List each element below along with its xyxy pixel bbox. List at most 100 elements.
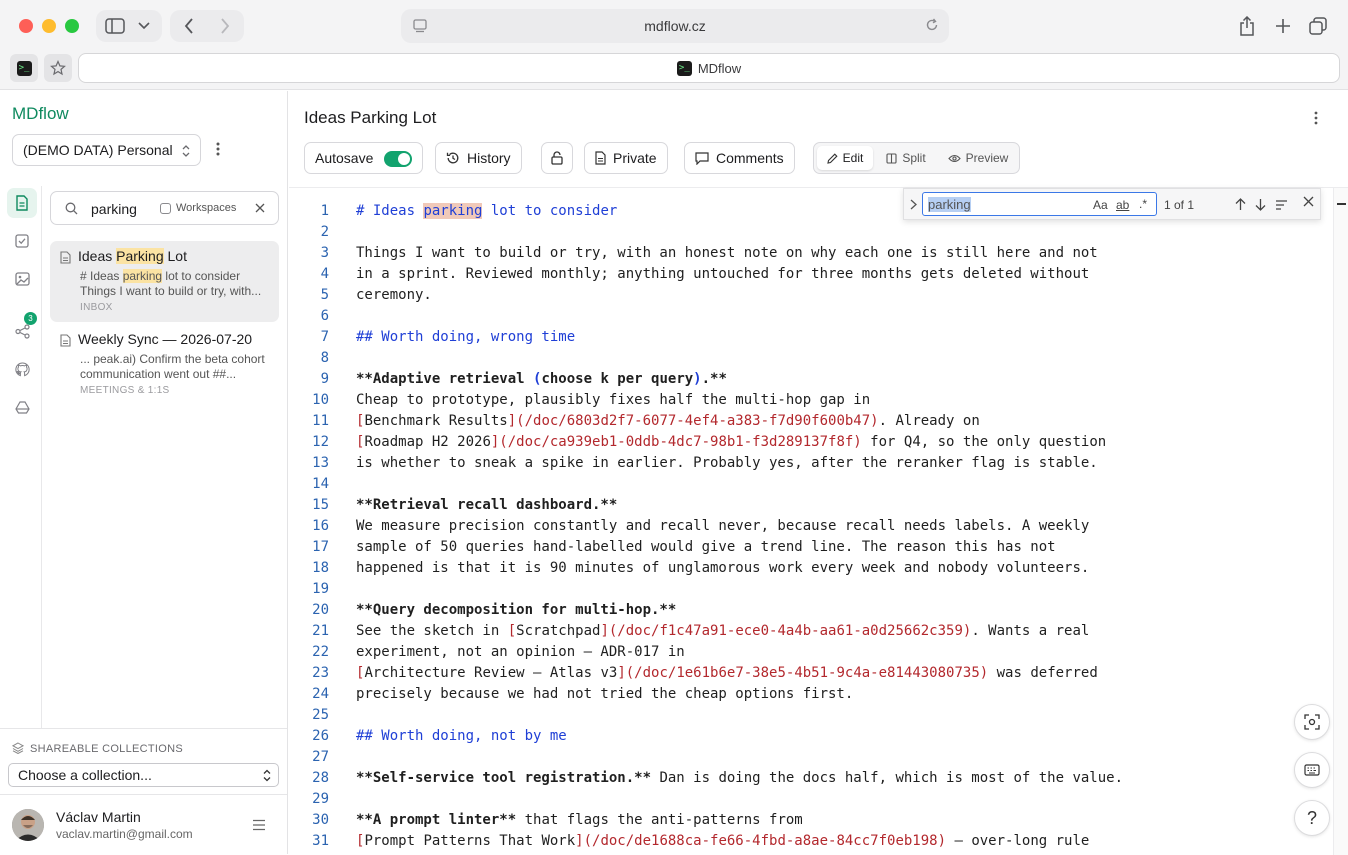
github-icon[interactable] (7, 354, 37, 384)
active-tab[interactable]: >_ MDflow (78, 53, 1340, 83)
scrollbar[interactable] (1333, 188, 1348, 855)
private-button[interactable]: Private (584, 142, 668, 174)
workspace-menu-icon[interactable] (216, 142, 226, 158)
user-email: vaclav.martin@gmail.com (56, 827, 193, 841)
line-number: 21 (312, 623, 329, 639)
bold-text: **Self-service tool registration.** (356, 770, 652, 786)
code-line: ceremony. (356, 287, 432, 303)
line-number: 22 (312, 644, 329, 660)
private-label: Private (613, 150, 657, 166)
previous-match-icon[interactable] (1235, 198, 1246, 211)
link-text: Prompt Patterns That Work (364, 833, 576, 849)
history-label: History (467, 150, 511, 166)
code-line: # Ideas parking lot to consider (356, 203, 617, 219)
find-input[interactable]: parking Aa ab .* (922, 192, 1157, 216)
line-number: 5 (320, 287, 329, 303)
user-menu-icon[interactable] (252, 819, 266, 831)
page-reader-icon[interactable] (413, 19, 427, 33)
edit-mode-button[interactable]: Edit (817, 146, 873, 170)
line-number: 9 (320, 371, 329, 387)
collection-select-value: Choose a collection... (18, 767, 152, 783)
history-icon (446, 152, 459, 164)
app-name[interactable]: MDflow (12, 104, 69, 124)
comments-button[interactable]: Comments (684, 142, 795, 174)
search-match-marker (1337, 203, 1346, 205)
pinned-terminal-tab-icon[interactable]: >_ (10, 54, 38, 82)
find-in-selection-icon[interactable] (1275, 200, 1288, 210)
back-icon[interactable] (178, 16, 200, 36)
address-bar[interactable]: mdflow.cz (401, 9, 949, 43)
search-box[interactable]: parking Workspaces (50, 191, 279, 225)
documents-icon[interactable] (7, 188, 37, 218)
star-icon[interactable] (44, 54, 72, 82)
close-find-icon[interactable] (1303, 196, 1314, 207)
line-number: 1 (320, 203, 329, 219)
eye-icon (947, 154, 961, 162)
search-result[interactable]: Ideas Parking Lot # Ideas parking lot to… (50, 241, 279, 322)
divider (0, 794, 287, 795)
snippet-hit: parking (122, 269, 163, 283)
split-mode-button[interactable]: Split (881, 146, 931, 170)
line-number: 14 (312, 476, 329, 492)
code-editor[interactable]: 1 2 3 4 5 6 7 8 9 10 11 12 13 14 15 16 17 18 19 20 21 22 23 24 2… (289, 187, 1348, 855)
code-line: precisely because we had not tried the c… (356, 686, 854, 702)
toggle-switch[interactable] (384, 151, 412, 167)
result-tag: MEETINGS & 1:1S (80, 385, 170, 396)
line-number: 25 (312, 707, 329, 723)
link-url[interactable]: ](/doc/6803d2f7-6077-4ef4-a383-f7d90f600… (508, 413, 879, 429)
result-title-pre: Ideas (78, 248, 117, 264)
reload-icon[interactable] (925, 18, 939, 32)
link-url[interactable]: ](/doc/f1c47a91-ece0-4a4b-aa61-a0d25662c… (600, 623, 971, 639)
history-button[interactable]: History (435, 142, 522, 174)
close-window-button[interactable] (19, 19, 33, 33)
drive-icon[interactable] (7, 392, 37, 422)
focus-mode-button[interactable] (1294, 704, 1330, 740)
next-match-icon[interactable] (1255, 198, 1266, 211)
match-case-toggle[interactable]: Aa (1093, 198, 1108, 212)
tasks-icon[interactable] (7, 226, 37, 256)
autosave-toggle[interactable]: Autosave (304, 142, 423, 174)
code-line: Cheap to prototype, plausibly fixes half… (356, 392, 871, 408)
preview-label: Preview (965, 151, 1009, 165)
select-arrows-icon (182, 144, 190, 158)
chevron-down-icon[interactable] (136, 16, 152, 36)
result-title-hit: Parking (116, 248, 164, 264)
workspace-select[interactable]: (DEMO DATA) Personal (12, 134, 201, 166)
clear-search-icon[interactable] (254, 202, 266, 214)
avatar[interactable] (12, 809, 44, 841)
forward-icon[interactable] (214, 16, 236, 36)
help-button[interactable]: ? (1294, 800, 1330, 836)
tab-overview-icon[interactable] (1307, 15, 1329, 37)
images-icon[interactable] (7, 264, 37, 294)
share-icon[interactable] (1236, 14, 1258, 38)
whole-word-toggle[interactable]: ab (1116, 198, 1129, 212)
link-url[interactable]: ](/doc/1e61b6e7-38e5-4b51-9c4a-e81443080… (617, 665, 988, 681)
link-text: Scratchpad (516, 623, 601, 639)
workspaces-checkbox[interactable] (160, 203, 171, 214)
line-number: 26 (312, 728, 329, 744)
pencil-icon (826, 152, 838, 164)
line-number: 23 (312, 665, 329, 681)
search-input[interactable]: parking (91, 201, 137, 217)
link-url[interactable]: ](/doc/de1688ca-fe66-4fbd-a8ae-84cc7f0eb… (575, 833, 946, 849)
snippet-post: lot to consider (162, 269, 241, 283)
lock-button[interactable] (541, 142, 573, 174)
link-url[interactable]: ](/doc/ca939eb1-0ddb-4dc7-98b1-f3d289137… (491, 434, 862, 450)
tab-favicon: >_ (676, 60, 692, 76)
document-menu-icon[interactable] (1314, 111, 1318, 125)
share-graph-icon[interactable]: 3 (7, 312, 37, 346)
chevron-right-icon[interactable] (910, 199, 917, 210)
regex-toggle[interactable]: .* (1139, 197, 1147, 211)
plain-text: that flags the anti-patterns from (516, 812, 803, 828)
sidebar-toggle-icon[interactable] (104, 16, 126, 36)
new-tab-icon[interactable] (1272, 15, 1294, 37)
search-result[interactable]: Weekly Sync — 2026-07-20 ... peak.ai) Co… (50, 326, 279, 401)
preview-mode-button[interactable]: Preview (941, 146, 1015, 170)
collection-select[interactable]: Choose a collection... (8, 763, 279, 787)
code-line: See the sketch in [Scratchpad](/doc/f1c4… (356, 623, 1089, 639)
code-line: happened is that it is 90 minutes of ung… (356, 560, 1090, 576)
zoom-window-button[interactable] (65, 19, 79, 33)
minimize-window-button[interactable] (42, 19, 56, 33)
bold-text: choose k per query (541, 371, 694, 387)
keyboard-shortcuts-button[interactable] (1294, 752, 1330, 788)
